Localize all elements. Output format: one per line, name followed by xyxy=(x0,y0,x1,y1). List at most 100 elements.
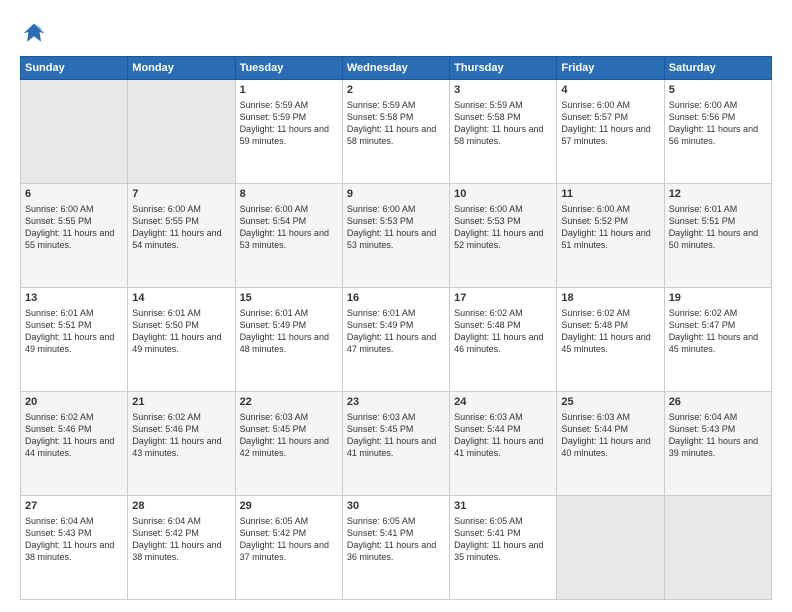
day-number: 9 xyxy=(347,187,445,202)
cell-info-line: Sunset: 5:53 PM xyxy=(347,215,445,227)
cell-info-line: Sunrise: 6:04 AM xyxy=(25,515,123,527)
calendar-cell: 15Sunrise: 6:01 AMSunset: 5:49 PMDayligh… xyxy=(235,288,342,392)
cell-info-line: Daylight: 11 hours and 35 minutes. xyxy=(454,539,552,563)
cell-info-line: Sunrise: 6:03 AM xyxy=(240,411,338,423)
cell-info-line: Sunset: 5:51 PM xyxy=(669,215,767,227)
cell-info-line: Sunrise: 6:00 AM xyxy=(132,203,230,215)
cell-info-line: Sunrise: 5:59 AM xyxy=(347,99,445,111)
cell-info-line: Daylight: 11 hours and 46 minutes. xyxy=(454,331,552,355)
cell-info-line: Sunset: 5:41 PM xyxy=(454,527,552,539)
cell-info-line: Daylight: 11 hours and 45 minutes. xyxy=(561,331,659,355)
day-number: 10 xyxy=(454,187,552,202)
day-number: 2 xyxy=(347,83,445,98)
calendar-cell: 22Sunrise: 6:03 AMSunset: 5:45 PMDayligh… xyxy=(235,392,342,496)
cell-info-line: Sunset: 5:43 PM xyxy=(25,527,123,539)
calendar-cell xyxy=(664,496,771,600)
day-number: 8 xyxy=(240,187,338,202)
day-number: 7 xyxy=(132,187,230,202)
cell-info-line: Sunrise: 6:00 AM xyxy=(669,99,767,111)
calendar-table: SundayMondayTuesdayWednesdayThursdayFrid… xyxy=(20,56,772,600)
day-number: 23 xyxy=(347,395,445,410)
cell-info-line: Sunrise: 6:02 AM xyxy=(669,307,767,319)
cell-info-line: Sunset: 5:54 PM xyxy=(240,215,338,227)
day-number: 15 xyxy=(240,291,338,306)
cell-info-line: Sunrise: 6:05 AM xyxy=(454,515,552,527)
cell-info-line: Sunset: 5:45 PM xyxy=(347,423,445,435)
day-number: 22 xyxy=(240,395,338,410)
cell-info-line: Daylight: 11 hours and 37 minutes. xyxy=(240,539,338,563)
calendar-cell: 9Sunrise: 6:00 AMSunset: 5:53 PMDaylight… xyxy=(342,184,449,288)
calendar-cell xyxy=(21,80,128,184)
cell-info-line: Daylight: 11 hours and 53 minutes. xyxy=(347,227,445,251)
cell-info-line: Sunset: 5:51 PM xyxy=(25,319,123,331)
cell-info-line: Sunrise: 6:01 AM xyxy=(240,307,338,319)
calendar-week-3: 13Sunrise: 6:01 AMSunset: 5:51 PMDayligh… xyxy=(21,288,772,392)
cell-info-line: Sunrise: 6:00 AM xyxy=(25,203,123,215)
cell-info-line: Sunrise: 6:00 AM xyxy=(347,203,445,215)
cell-info-line: Sunset: 5:48 PM xyxy=(454,319,552,331)
cell-info-line: Sunrise: 6:05 AM xyxy=(240,515,338,527)
cell-info-line: Sunset: 5:43 PM xyxy=(669,423,767,435)
calendar-cell: 25Sunrise: 6:03 AMSunset: 5:44 PMDayligh… xyxy=(557,392,664,496)
cell-info-line: Sunset: 5:52 PM xyxy=(561,215,659,227)
cell-info-line: Sunset: 5:59 PM xyxy=(240,111,338,123)
calendar-cell: 4Sunrise: 6:00 AMSunset: 5:57 PMDaylight… xyxy=(557,80,664,184)
calendar-cell: 3Sunrise: 5:59 AMSunset: 5:58 PMDaylight… xyxy=(450,80,557,184)
cell-info-line: Sunrise: 6:02 AM xyxy=(561,307,659,319)
cell-info-line: Sunrise: 6:01 AM xyxy=(347,307,445,319)
calendar-cell: 11Sunrise: 6:00 AMSunset: 5:52 PMDayligh… xyxy=(557,184,664,288)
calendar-week-1: 1Sunrise: 5:59 AMSunset: 5:59 PMDaylight… xyxy=(21,80,772,184)
cell-info-line: Daylight: 11 hours and 49 minutes. xyxy=(25,331,123,355)
cell-info-line: Daylight: 11 hours and 49 minutes. xyxy=(132,331,230,355)
cell-info-line: Sunset: 5:46 PM xyxy=(132,423,230,435)
day-number: 25 xyxy=(561,395,659,410)
cell-info-line: Sunset: 5:56 PM xyxy=(669,111,767,123)
day-number: 3 xyxy=(454,83,552,98)
cell-info-line: Sunset: 5:50 PM xyxy=(132,319,230,331)
cell-info-line: Daylight: 11 hours and 56 minutes. xyxy=(669,123,767,147)
cell-info-line: Sunset: 5:48 PM xyxy=(561,319,659,331)
cell-info-line: Daylight: 11 hours and 50 minutes. xyxy=(669,227,767,251)
weekday-header-row: SundayMondayTuesdayWednesdayThursdayFrid… xyxy=(21,57,772,80)
calendar-cell: 2Sunrise: 5:59 AMSunset: 5:58 PMDaylight… xyxy=(342,80,449,184)
cell-info-line: Daylight: 11 hours and 54 minutes. xyxy=(132,227,230,251)
cell-info-line: Sunrise: 6:00 AM xyxy=(454,203,552,215)
cell-info-line: Sunset: 5:49 PM xyxy=(240,319,338,331)
day-number: 13 xyxy=(25,291,123,306)
cell-info-line: Sunset: 5:41 PM xyxy=(347,527,445,539)
day-number: 4 xyxy=(561,83,659,98)
cell-info-line: Daylight: 11 hours and 58 minutes. xyxy=(347,123,445,147)
calendar-cell: 1Sunrise: 5:59 AMSunset: 5:59 PMDaylight… xyxy=(235,80,342,184)
calendar-cell: 13Sunrise: 6:01 AMSunset: 5:51 PMDayligh… xyxy=(21,288,128,392)
day-number: 31 xyxy=(454,499,552,514)
calendar-cell xyxy=(128,80,235,184)
cell-info-line: Daylight: 11 hours and 53 minutes. xyxy=(240,227,338,251)
logo xyxy=(20,18,52,46)
cell-info-line: Daylight: 11 hours and 40 minutes. xyxy=(561,435,659,459)
day-number: 11 xyxy=(561,187,659,202)
calendar-cell: 23Sunrise: 6:03 AMSunset: 5:45 PMDayligh… xyxy=(342,392,449,496)
cell-info-line: Sunrise: 6:03 AM xyxy=(561,411,659,423)
calendar-cell: 29Sunrise: 6:05 AMSunset: 5:42 PMDayligh… xyxy=(235,496,342,600)
day-number: 26 xyxy=(669,395,767,410)
cell-info-line: Sunset: 5:53 PM xyxy=(454,215,552,227)
calendar-cell: 7Sunrise: 6:00 AMSunset: 5:55 PMDaylight… xyxy=(128,184,235,288)
cell-info-line: Daylight: 11 hours and 41 minutes. xyxy=(454,435,552,459)
calendar-cell: 28Sunrise: 6:04 AMSunset: 5:42 PMDayligh… xyxy=(128,496,235,600)
header xyxy=(20,18,772,46)
cell-info-line: Daylight: 11 hours and 44 minutes. xyxy=(25,435,123,459)
weekday-header-thursday: Thursday xyxy=(450,57,557,80)
day-number: 19 xyxy=(669,291,767,306)
calendar-cell: 30Sunrise: 6:05 AMSunset: 5:41 PMDayligh… xyxy=(342,496,449,600)
cell-info-line: Sunset: 5:44 PM xyxy=(561,423,659,435)
cell-info-line: Sunrise: 6:00 AM xyxy=(561,203,659,215)
cell-info-line: Daylight: 11 hours and 38 minutes. xyxy=(132,539,230,563)
calendar-week-5: 27Sunrise: 6:04 AMSunset: 5:43 PMDayligh… xyxy=(21,496,772,600)
day-number: 6 xyxy=(25,187,123,202)
calendar-cell: 24Sunrise: 6:03 AMSunset: 5:44 PMDayligh… xyxy=(450,392,557,496)
cell-info-line: Sunset: 5:46 PM xyxy=(25,423,123,435)
cell-info-line: Sunrise: 6:04 AM xyxy=(669,411,767,423)
page: SundayMondayTuesdayWednesdayThursdayFrid… xyxy=(0,0,792,612)
cell-info-line: Daylight: 11 hours and 51 minutes. xyxy=(561,227,659,251)
calendar-cell: 8Sunrise: 6:00 AMSunset: 5:54 PMDaylight… xyxy=(235,184,342,288)
